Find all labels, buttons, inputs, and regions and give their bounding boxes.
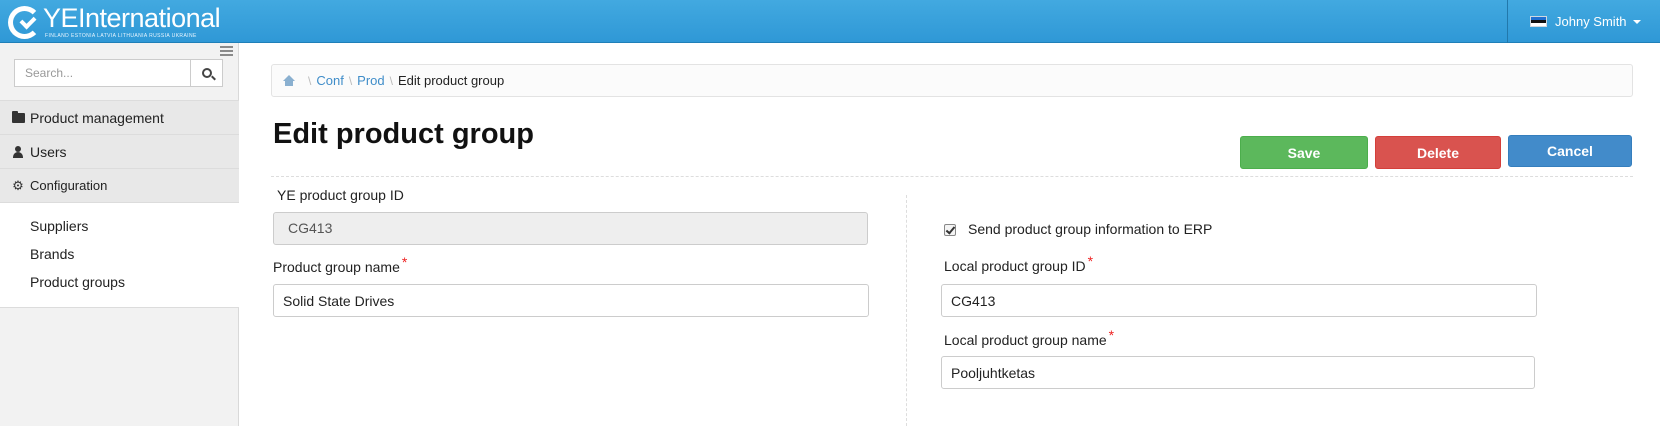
sidebar-item-users[interactable]: Users <box>0 134 239 168</box>
save-button[interactable]: Save <box>1240 136 1368 169</box>
cancel-button[interactable]: Cancel <box>1508 135 1632 167</box>
home-icon[interactable] <box>283 75 295 86</box>
local-group-id-input[interactable] <box>941 284 1537 317</box>
search-input[interactable] <box>14 59 190 87</box>
sidebar-item-label: Users <box>30 143 67 160</box>
user-icon <box>11 145 25 158</box>
delete-button[interactable]: Delete <box>1375 136 1501 169</box>
group-name-label: Product group name * <box>273 254 407 275</box>
estonian-flag-icon <box>1530 16 1547 27</box>
required-marker: * <box>1108 327 1115 343</box>
ye-group-id-label: YE product group ID <box>277 187 404 203</box>
local-group-name-label-text: Local product group name <box>944 332 1107 348</box>
group-name-label-text: Product group name <box>273 259 400 275</box>
user-menu[interactable]: Johny Smith <box>1507 0 1660 43</box>
column-divider <box>906 195 907 426</box>
sidebar-item-label: Configuration <box>30 178 108 193</box>
breadcrumb: \ Conf \ Prod \ Edit product group <box>271 64 1633 97</box>
sidebar-search <box>14 59 223 87</box>
send-to-erp-checkbox[interactable] <box>944 224 956 236</box>
local-group-id-label-text: Local product group ID <box>944 258 1086 274</box>
caret-down-icon <box>1632 19 1641 24</box>
top-navbar: YEInternational FINLAND ESTONIA LATVIA L… <box>0 0 1660 43</box>
search-icon <box>201 68 212 78</box>
group-name-input[interactable] <box>273 284 869 317</box>
folder-icon <box>11 110 25 123</box>
local-group-name-label: Local product group name * <box>944 327 1114 348</box>
sidebar-item-label: Product management <box>30 109 164 126</box>
gear-icon: ⚙ <box>12 178 24 193</box>
breadcrumb-link-product-groups[interactable]: Prod <box>357 73 384 88</box>
required-marker: * <box>401 254 408 270</box>
submenu-item-brands[interactable]: Brands <box>0 243 239 271</box>
sidebar-collapse-icon[interactable] <box>220 46 233 56</box>
logo-mark-icon <box>8 6 41 39</box>
sidebar-item-configuration[interactable]: ⚙ Configuration <box>0 168 239 202</box>
logo-subtitle: FINLAND ESTONIA LATVIA LITHUANIA RUSSIA … <box>45 33 197 39</box>
breadcrumb-separator: \ <box>308 73 312 88</box>
sidebar: Product management Users ⚙ Configuration… <box>0 43 239 426</box>
local-group-id-label: Local product group ID * <box>944 253 1093 274</box>
send-to-erp-label: Send product group information to ERP <box>968 221 1213 237</box>
app-logo[interactable]: YEInternational FINLAND ESTONIA LATVIA L… <box>8 3 221 40</box>
sidebar-menu: Product management Users ⚙ Configuration… <box>0 100 239 308</box>
user-name: Johny Smith <box>1555 14 1627 29</box>
breadcrumb-link-configuration[interactable]: Conf <box>316 73 343 88</box>
breadcrumb-separator: \ <box>389 73 393 88</box>
search-button[interactable] <box>190 59 223 87</box>
ye-group-id-field: CG413 <box>273 212 868 245</box>
required-marker: * <box>1087 253 1094 269</box>
breadcrumb-current: Edit product group <box>397 73 505 88</box>
logo-text: YEInternational <box>43 3 221 33</box>
breadcrumb-separator: \ <box>348 73 353 88</box>
submenu-item-product-groups[interactable]: Product groups <box>0 271 239 299</box>
configuration-submenu: Suppliers Brands Product groups <box>0 202 239 308</box>
header-divider <box>271 176 1633 177</box>
sidebar-item-product-management[interactable]: Product management <box>0 100 239 134</box>
local-group-name-input[interactable] <box>941 356 1535 389</box>
submenu-item-suppliers[interactable]: Suppliers <box>0 215 239 243</box>
page-title: Edit product group <box>273 118 534 150</box>
